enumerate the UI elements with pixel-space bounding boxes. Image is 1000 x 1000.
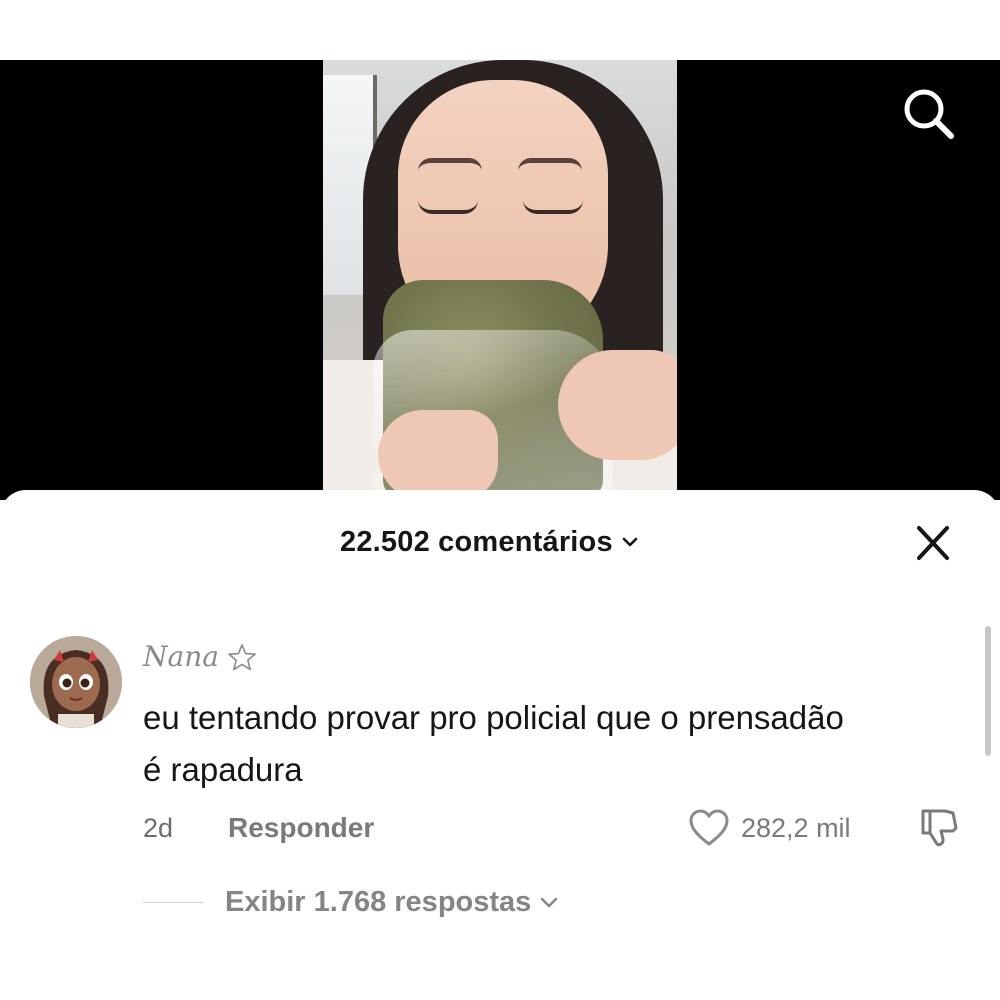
comment-username[interactable]: Nana (143, 640, 257, 673)
close-icon (917, 526, 949, 560)
reply-button[interactable]: Responder (228, 808, 374, 848)
comments-header: 22.502 comentários (0, 518, 1000, 566)
view-replies-label: Exibir 1.768 respostas (225, 885, 532, 918)
thumbs-down-icon (921, 809, 958, 847)
right-hand (558, 350, 677, 460)
view-replies-row: Exibir 1.768 respostas (143, 880, 559, 924)
top-status-area (0, 0, 1000, 60)
left-hand (378, 410, 498, 500)
comment-count-dropdown[interactable]: 22.502 comentários (340, 518, 639, 566)
close-button[interactable] (910, 522, 956, 564)
comment-text: eu tentando provar pro policial que o pr… (143, 699, 844, 788)
comment-count-label: 22.502 comentários (340, 525, 613, 558)
like-button[interactable]: 282,2 mil (687, 808, 851, 848)
left-brow (418, 158, 482, 171)
left-eye (418, 200, 478, 214)
avatar[interactable] (30, 636, 122, 728)
heart-outline-icon (689, 809, 729, 846)
right-brow (518, 158, 582, 171)
video-frame[interactable] (323, 60, 677, 500)
right-eye (523, 200, 583, 214)
replies-divider (143, 901, 203, 903)
view-replies-button[interactable]: Exibir 1.768 respostas (225, 886, 559, 919)
video-player[interactable] (0, 60, 1000, 500)
chevron-down-icon (541, 897, 558, 908)
like-count: 282,2 mil (741, 812, 851, 843)
dislike-button[interactable] (915, 806, 961, 850)
star-outline-icon (228, 643, 256, 670)
chevron-down-icon (622, 537, 638, 547)
scrollbar[interactable] (985, 626, 991, 756)
username-text: Nana (143, 640, 219, 673)
comment-actions: 2d Responder 282,2 mil (143, 808, 973, 848)
search-icon[interactable] (901, 86, 957, 142)
comment-time: 2d (143, 813, 174, 843)
